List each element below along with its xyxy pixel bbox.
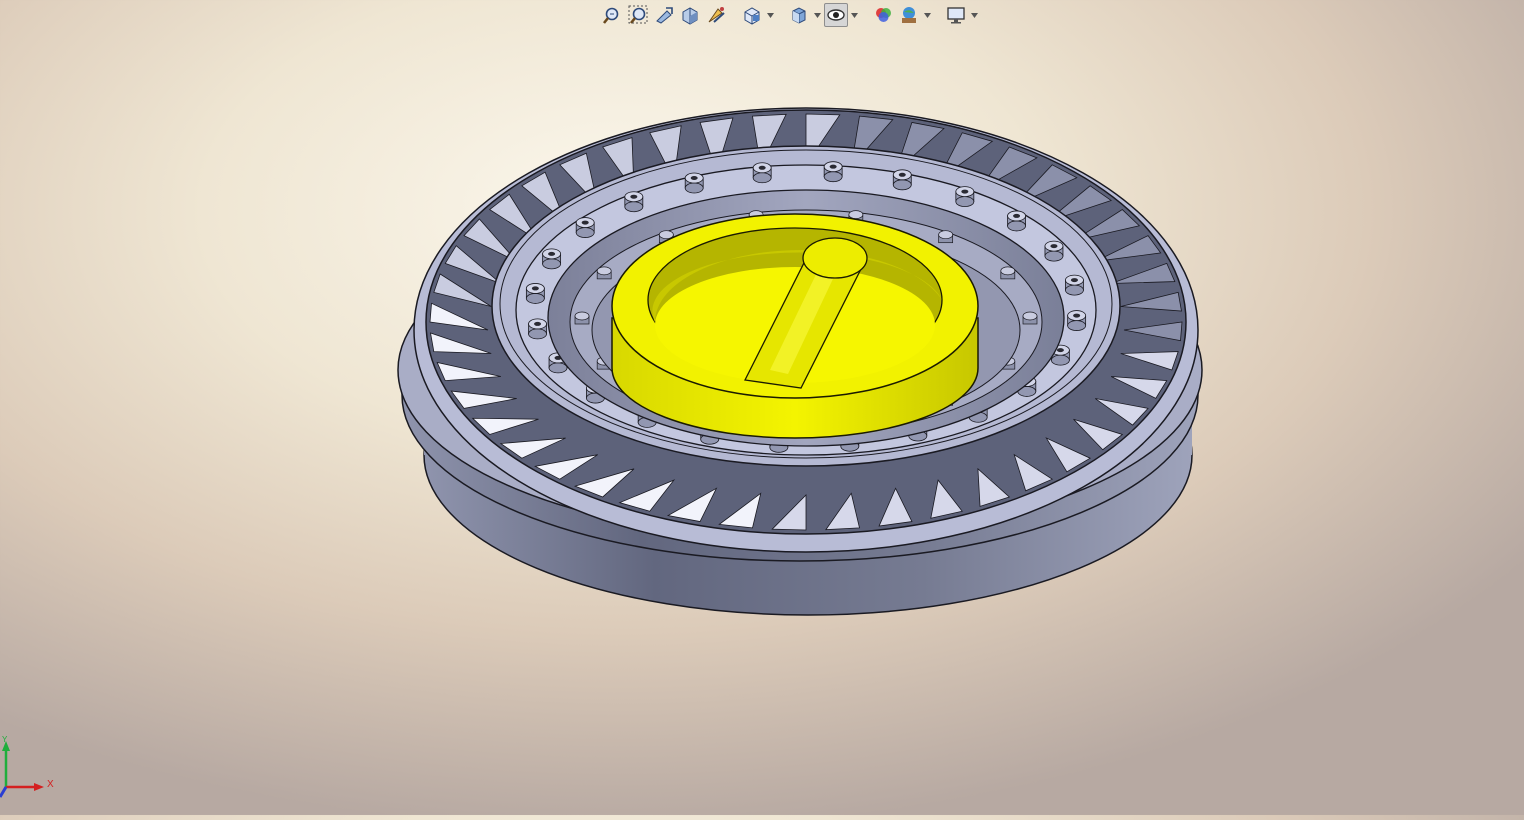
chevron-down-icon[interactable] xyxy=(850,3,859,27)
zoom-to-area-button[interactable] xyxy=(626,3,650,27)
view-settings-icon xyxy=(947,7,965,24)
previous-view-icon xyxy=(656,7,673,24)
bolt-head xyxy=(575,217,595,238)
heads-up-view-toolbar xyxy=(600,2,979,28)
bolt-head xyxy=(1007,210,1026,232)
reference-triad: X Y xyxy=(0,735,70,815)
chevron-down-icon[interactable] xyxy=(970,3,979,27)
bolt-head xyxy=(542,248,562,270)
view-orientation-button[interactable] xyxy=(740,3,764,27)
pin-head xyxy=(596,266,612,280)
bolt-head xyxy=(752,162,772,184)
chevron-down-icon[interactable] xyxy=(813,3,822,27)
bolt-head xyxy=(528,318,547,340)
edit-appearance-icon xyxy=(876,8,891,22)
view-orientation-icon xyxy=(744,7,760,25)
zoom-to-fit-icon xyxy=(602,7,619,24)
display-style-button[interactable] xyxy=(787,3,811,27)
bolt-head xyxy=(823,161,843,183)
triad-x-label: X xyxy=(47,779,54,790)
hide-show-items-icon xyxy=(827,9,845,21)
chevron-down-icon[interactable] xyxy=(766,3,775,27)
hand-wheel[interactable] xyxy=(611,213,979,439)
dynamic-annotation-views-icon xyxy=(708,7,725,23)
bolt-head xyxy=(892,169,912,191)
zoom-to-fit-button[interactable] xyxy=(600,3,624,27)
bolt-head xyxy=(525,283,545,304)
apply-scene-icon xyxy=(902,7,916,23)
chevron-down-icon[interactable] xyxy=(923,3,932,27)
bolt-head xyxy=(684,172,704,194)
triad-y-label: Y xyxy=(2,735,8,744)
edit-appearance-button[interactable] xyxy=(871,3,895,27)
pin-head xyxy=(1000,266,1016,280)
dynamic-annotation-views-button[interactable] xyxy=(704,3,728,27)
hide-show-items-button[interactable] xyxy=(824,3,848,27)
apply-scene-button[interactable] xyxy=(897,3,921,27)
display-style-icon xyxy=(792,7,806,24)
bolt-head xyxy=(1044,240,1064,262)
bolt-head xyxy=(624,191,644,213)
bolt-head xyxy=(1065,274,1084,296)
pin-head xyxy=(938,230,954,244)
zoom-to-area-icon xyxy=(628,5,648,24)
section-view-button[interactable] xyxy=(678,3,702,27)
bolt-head xyxy=(1067,310,1087,331)
view-settings-button[interactable] xyxy=(944,3,968,27)
pin-head xyxy=(574,311,590,325)
graphics-viewport[interactable] xyxy=(0,0,1524,815)
triad-axes xyxy=(0,741,44,798)
pin-head xyxy=(1022,311,1038,325)
section-view-icon xyxy=(682,7,698,25)
previous-view-button[interactable] xyxy=(652,3,676,27)
part-model[interactable] xyxy=(397,107,1203,616)
bolt-head xyxy=(955,186,975,207)
